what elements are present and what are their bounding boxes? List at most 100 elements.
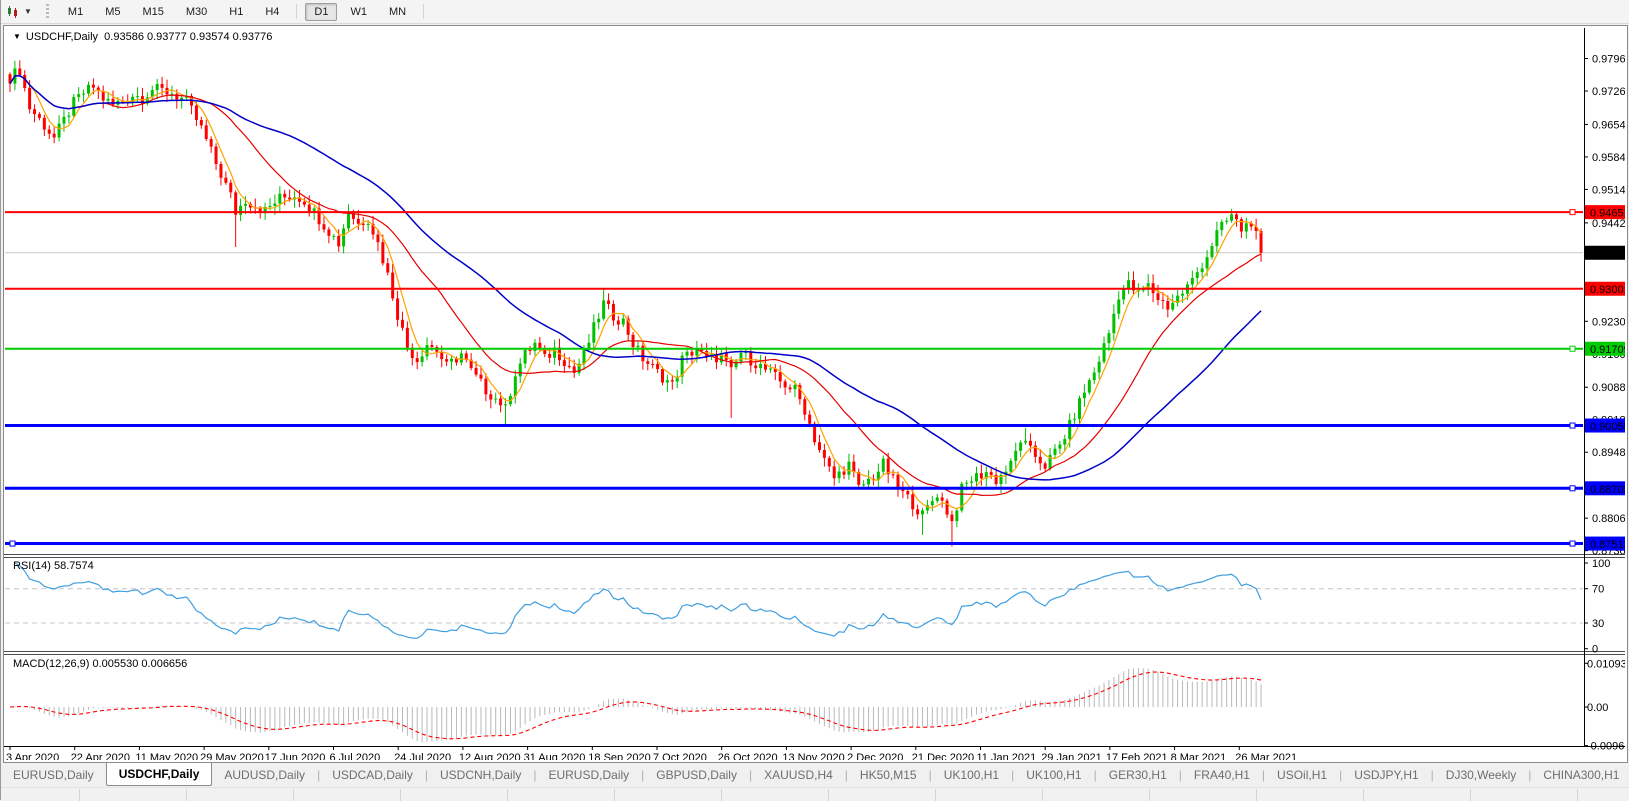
chart-tab-audusd-daily[interactable]: AUDUSD,Daily [212,763,317,786]
chart-window[interactable]: ▼USDCHF,Daily 0.93586 0.93777 0.93574 0.… [3,25,1628,763]
date-tick-label: 12 Aug 2020 [459,752,521,760]
chart-svg: 0.97960 0.97260 0.96540 0.95840 0.95140 0.944… [4,26,1625,760]
chart-tab-usoil-h1[interactable]: USOil,H1 [1265,763,1339,786]
toolbar-grip-handle[interactable] [46,4,49,19]
price-tick-label: 0.97960 [1592,54,1625,66]
period-button-m1[interactable]: M1 [59,3,92,21]
chevron-down-icon: ▼ [24,7,32,16]
period-button-h1[interactable]: H1 [220,3,252,21]
status-bar [1,787,1629,801]
chart-tab-usdcad-daily[interactable]: USDCAD,Daily [320,763,425,786]
hline-price-label-text: 0.87513 [1590,539,1625,551]
chart-tab-usdcnh-daily[interactable]: USDCNH,Daily [428,763,533,786]
macd-pane [10,668,1261,742]
statusbar-divider [507,789,508,801]
chart-tab-china300-h1[interactable]: CHINA300,H1 [1531,763,1629,786]
candlestick-chart-icon [6,5,21,19]
statusbar-divider [1042,789,1043,801]
hline-handle[interactable] [1570,346,1575,351]
chart-tab-dj30-weekly[interactable]: DJ30,Weekly [1434,763,1528,786]
price-tick-label: 0.95840 [1592,152,1625,164]
ma-fast-line[interactable] [10,76,1261,509]
date-tick-label: 17 Feb 2021 [1106,752,1168,760]
chart-tab-gbpusd-daily[interactable]: GBPUSD,Daily [644,763,749,786]
chart-tab-hk50-m15[interactable]: HK50,M15 [848,763,929,786]
chart-tab-ger30-h1[interactable]: GER30,H1 [1097,763,1179,786]
statusbar-divider [79,789,80,801]
statusbar-divider [828,789,829,801]
price-tick-label: 0.90880 [1592,382,1625,394]
hline-handle[interactable] [1570,423,1575,428]
macd-tick-label: 0.010933 [1587,658,1625,670]
hline-price-label-text: 0.93001 [1590,284,1625,296]
candlestick-series [9,60,1263,546]
hline-handle[interactable] [10,541,15,546]
date-tick-label: 3 Apr 2020 [6,752,59,760]
price-tick-label: 0.97260 [1592,86,1625,98]
hline-price-label-text: 0.90055 [1590,421,1625,433]
date-tick-label: 8 Mar 2021 [1171,752,1227,760]
price-tick-label: 0.94420 [1592,218,1625,230]
price-tick-label: 0.92300 [1592,316,1625,328]
rsi-tick-label: 70 [1592,584,1604,596]
hline-handle[interactable] [1570,486,1575,491]
date-tick-label: 22 Apr 2020 [71,752,130,760]
hline-price-label-text: 0.94651 [1590,208,1625,220]
toolbar-separator [296,4,297,19]
chart-type-button[interactable]: ▼ [1,5,36,19]
hline-handle[interactable] [1570,210,1575,215]
macd-indicator-label: MACD(12,26,9) 0.005530 0.006656 [13,658,187,670]
ma-medium-line[interactable] [10,76,1261,496]
statusbar-divider [186,789,187,801]
statusbar-divider [1256,789,1257,801]
statusbar-divider [293,789,294,801]
date-tick-label: 24 Jul 2020 [394,752,451,760]
chart-tab-uk100-h1[interactable]: UK100,H1 [1014,763,1093,786]
rsi-tick-label: 100 [1592,558,1610,570]
macd-histogram [10,668,1261,742]
chart-tab-usdjpy-h1[interactable]: USDJPY,H1 [1342,763,1430,786]
period-button-w1[interactable]: W1 [341,3,376,21]
chart-tab-usdchf-daily[interactable]: USDCHF,Daily [106,763,213,786]
hline-price-label-text: 0.91709 [1590,344,1625,356]
period-button-m5[interactable]: M5 [96,3,129,21]
rsi-tick-label: 0 [1592,644,1598,656]
chart-tab-xauusd-h4[interactable]: XAUUSD,H4 [752,763,845,786]
trading-app-window: ▼ M1M5M15 M30H1H4 D1W1MN ▼ USDCHF,Daily 0.9… [0,0,1629,800]
toolbar-separator [423,4,424,19]
period-toolbar: ▼ M1M5M15 M30H1H4 D1W1MN [1,0,1629,24]
chart-symbol-label: USDCHF,Daily [26,31,98,43]
date-tick-label: 26 Mar 2021 [1235,752,1297,760]
period-button-m30[interactable]: M30 [177,3,216,21]
hline-handle[interactable] [1570,541,1575,546]
date-tick-label: 21 Dec 2020 [912,752,974,760]
price-axis: 0.97960 0.97260 0.96540 0.95840 0.95140 0.944… [4,28,1625,753]
statusbar-divider [1577,789,1578,801]
date-tick-label: 11 May 2020 [135,752,198,760]
current-price-label-text: 0.93776 [1590,248,1625,260]
date-tick-label: 7 Oct 2020 [653,752,707,760]
macd-tick-label: 0.00 [1587,702,1608,714]
time-axis: 3 Apr 202022 Apr 202011 May 202029 May 2… [6,746,1297,760]
date-tick-label: 26 Oct 2020 [718,752,778,760]
chart-tab-uk100-h1[interactable]: UK100,H1 [932,763,1011,786]
chart-tab-eurusd-daily[interactable]: EURUSD,Daily [1,763,106,786]
price-tick-label: 0.96540 [1592,119,1625,131]
hline-price-label-text: 0.88703 [1590,484,1625,496]
collapse-arrow-icon[interactable]: ▼ [13,32,21,41]
period-button-mn[interactable]: MN [380,3,415,21]
chart-tab-eurusd-daily[interactable]: EURUSD,Daily [536,763,641,786]
date-tick-label: 11 Jan 2021 [977,752,1037,760]
statusbar-divider [935,789,936,801]
period-button-m15[interactable]: M15 [133,3,172,21]
chart-tab-fra40-h1[interactable]: FRA40,H1 [1182,763,1262,786]
date-tick-label: 13 Nov 2020 [782,752,844,760]
period-buttons: M1M5M15 M30H1H4 D1W1MN [57,3,430,21]
price-tick-label: 0.95140 [1592,184,1625,196]
statusbar-divider [721,789,722,801]
period-button-d1[interactable]: D1 [305,3,337,21]
rsi-indicator-label: RSI(14) 58.7574 [13,560,94,572]
chart-title: ▼USDCHF,Daily 0.93586 0.93777 0.93574 0.… [13,31,272,43]
price-tick-label: 0.88060 [1592,513,1625,525]
period-button-h4[interactable]: H4 [256,3,288,21]
